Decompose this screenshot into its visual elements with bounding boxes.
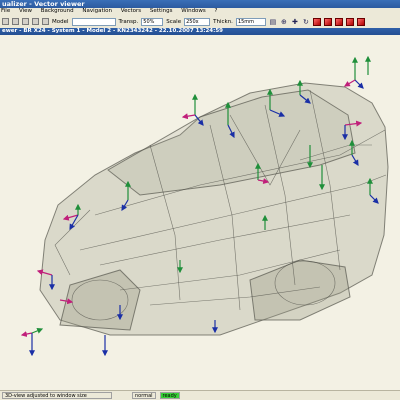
menu-vectors[interactable]: Vectors: [120, 8, 142, 14]
menu-bar: File View Background Navigation Vectors …: [0, 8, 400, 15]
open-icon[interactable]: [2, 18, 9, 25]
menu-navigation[interactable]: Navigation: [81, 8, 113, 14]
view-iso-icon[interactable]: [345, 17, 354, 26]
menu-file[interactable]: File: [0, 8, 11, 14]
scale-label: Scale: [166, 18, 182, 25]
scale-select[interactable]: 250x: [184, 17, 211, 26]
view-top-icon[interactable]: [323, 17, 332, 26]
transp-label: Transp.: [118, 18, 139, 25]
pan-icon[interactable]: ✚: [291, 18, 299, 26]
car-body-render: [20, 55, 389, 357]
chart-icon[interactable]: ▤: [269, 18, 277, 26]
thickn-select[interactable]: 15mm: [235, 17, 266, 26]
view-back-icon[interactable]: [356, 17, 365, 26]
model-select[interactable]: [71, 17, 116, 26]
window-title: ualizer - Vector viewer: [0, 0, 400, 8]
settings-icon[interactable]: [42, 18, 49, 25]
rotate-icon[interactable]: ↻: [302, 18, 310, 26]
3d-viewport[interactable]: [0, 35, 400, 390]
status-ready-badge: ready: [159, 392, 180, 399]
zoom-icon[interactable]: ⊕: [280, 18, 288, 26]
status-bar: 3D-view adjusted to window size normal r…: [0, 390, 400, 400]
menu-windows[interactable]: Windows: [180, 8, 207, 14]
view-front-icon[interactable]: [312, 17, 321, 26]
view-title: ewer - BR X24 - System 1 - Model 2 - KN2…: [0, 28, 400, 35]
thickn-label: Thickn.: [213, 18, 233, 25]
menu-settings[interactable]: Settings: [149, 8, 174, 14]
menu-view[interactable]: View: [18, 8, 33, 14]
transp-input[interactable]: 50%: [141, 17, 164, 26]
model-label: Model: [52, 18, 69, 25]
view-side-icon[interactable]: [334, 17, 343, 26]
status-message: 3D-view adjusted to window size: [2, 392, 112, 399]
menu-help[interactable]: ?: [214, 8, 219, 14]
menu-background[interactable]: Background: [40, 8, 75, 14]
toolbar: Model Transp. 50% Scale 250x Thickn. 15m…: [0, 15, 400, 29]
car-body-shape: [39, 82, 389, 336]
status-mode: normal: [132, 392, 156, 399]
export-icon[interactable]: [32, 18, 39, 25]
print-icon[interactable]: [22, 18, 29, 25]
save-icon[interactable]: [12, 18, 19, 25]
